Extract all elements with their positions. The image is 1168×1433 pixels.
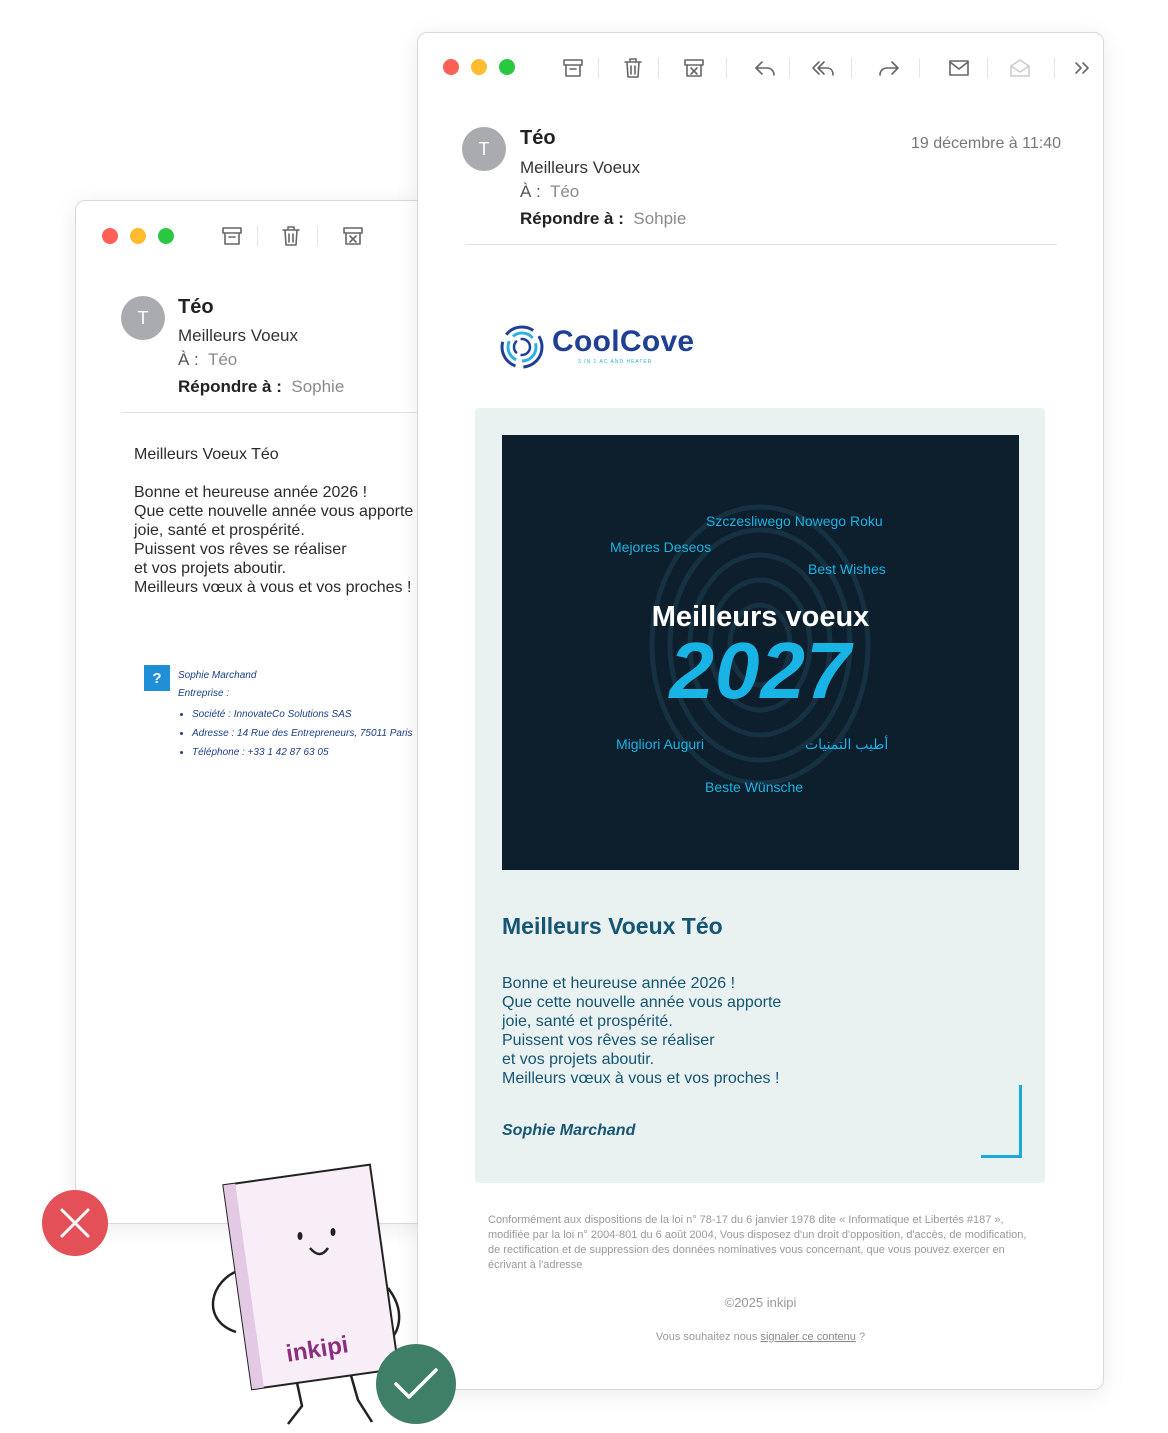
greeting-arabic: أطيب التمنيات (805, 736, 889, 752)
email-subject: Meilleurs Voeux (520, 158, 641, 177)
greeting-banner: Szczesliwego Nowego Roku Mejores Deseos … (502, 435, 1019, 870)
toolbar-divider (658, 58, 659, 78)
email-date: 19 décembre à 11:40 (910, 135, 1061, 152)
close-window-button[interactable] (102, 228, 118, 244)
avatar: T (121, 296, 165, 340)
signature-placeholder-icon: ? (144, 665, 170, 691)
close-window-button[interactable] (443, 59, 459, 75)
greeting-spanish: Mejores Deseos (610, 539, 712, 555)
toolbar-divider (789, 58, 790, 78)
mail-open-icon[interactable] (1008, 56, 1032, 80)
archive-icon[interactable] (220, 224, 244, 248)
greeting-english: Best Wishes (808, 561, 886, 577)
minimize-window-button[interactable] (471, 59, 487, 75)
greeting-italian: Migliori Auguri (616, 736, 704, 752)
toolbar-divider (987, 58, 988, 78)
minimize-window-button[interactable] (130, 228, 146, 244)
report-prefix: Vous souhaitez nous (655, 1331, 761, 1343)
card-signature: Sophie Marchand (502, 1122, 636, 1139)
reply-to-line: Répondre à : Sophie (178, 377, 344, 397)
junk-icon[interactable] (682, 56, 706, 80)
toolbar-divider (726, 58, 727, 78)
corner-accent (981, 1085, 1022, 1158)
reply-all-icon[interactable] (811, 56, 835, 80)
header-divider (465, 244, 1057, 245)
window-controls (102, 228, 174, 244)
approve-badge (376, 1344, 456, 1424)
more-icon[interactable] (1071, 56, 1095, 80)
banner-year: 2027 (669, 626, 852, 715)
avatar: T (462, 127, 506, 171)
to-line: À : Téo (178, 350, 237, 370)
forward-icon[interactable] (877, 56, 901, 80)
card-heading: Meilleurs Voeux Téo (502, 913, 723, 939)
reject-badge (42, 1190, 108, 1256)
front-email-window: T Téo Meilleurs Voeux À : Téo Répondre à… (417, 32, 1104, 1390)
toolbar-divider (851, 58, 852, 78)
reply-icon[interactable] (753, 56, 777, 80)
toolbar-divider (598, 58, 599, 78)
zoom-window-button[interactable] (158, 228, 174, 244)
logo-wordmark: CoolCove (552, 325, 695, 358)
close-icon (60, 1208, 90, 1238)
report-suffix: ? (855, 1331, 866, 1343)
checkmark-icon (394, 1368, 438, 1399)
sender-name: Téo (520, 127, 556, 149)
toolbar-divider (317, 226, 318, 246)
greeting-polish: Szczesliwego Nowego Roku (706, 513, 883, 529)
trash-icon[interactable] (621, 56, 645, 80)
to-label: À : (178, 350, 199, 369)
report-content-link[interactable]: signaler ce contenu (760, 1331, 855, 1343)
archive-icon[interactable] (561, 56, 585, 80)
reply-to-label: Répondre à : (178, 377, 282, 396)
toolbar-divider (1054, 58, 1055, 78)
to-value: Téo (549, 182, 580, 201)
reply-to-label: Répondre à : (520, 209, 624, 228)
to-value: Téo (207, 350, 238, 369)
greeting-german: Beste Wünsche (705, 779, 804, 795)
junk-icon[interactable] (341, 224, 365, 248)
logo-tagline: 3 IN 1 AC AND HEATER (578, 359, 653, 365)
newsletter-card: Szczesliwego Nowego Roku Mejores Deseos … (475, 408, 1045, 1183)
mail-icon[interactable] (947, 56, 971, 80)
legal-notice: Conformément aux dispositions de la loi … (488, 1214, 1027, 1271)
report-line: Vous souhaitez nous signaler ce contenu … (418, 1331, 1103, 1343)
sender-name: Téo (178, 296, 214, 318)
logo-swirl-icon (500, 325, 544, 369)
copyright: ©2025 inkipi (724, 1295, 797, 1310)
zoom-window-button[interactable] (499, 59, 515, 75)
toolbar-divider (919, 58, 920, 78)
email-subject: Meilleurs Voeux (178, 326, 299, 345)
toolbar-divider (257, 226, 258, 246)
card-body: Bonne et heureuse année 2026 ! Que cette… (502, 975, 782, 1087)
window-controls (443, 59, 515, 75)
reply-to-value: Sophie (291, 377, 345, 396)
reply-to-line: Répondre à : Sohpie (520, 209, 686, 229)
reply-to-value: Sohpie (633, 209, 687, 228)
to-label: À : (520, 182, 541, 201)
trash-icon[interactable] (279, 224, 303, 248)
coolcove-logo: CoolCove 3 IN 1 AC AND HEATER (498, 321, 698, 375)
to-line: À : Téo (520, 182, 579, 202)
